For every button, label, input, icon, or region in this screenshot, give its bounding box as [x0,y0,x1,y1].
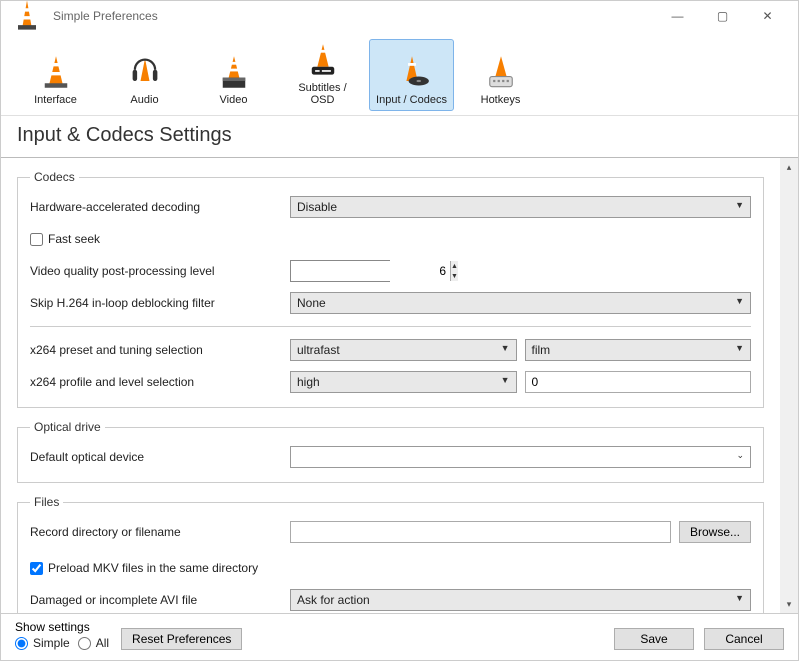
x264-level-input[interactable] [525,371,752,393]
codecs-group: Codecs Hardware-accelerated decoding Dis… [17,170,764,408]
settings-content: Codecs Hardware-accelerated decoding Dis… [1,158,780,613]
skip-h264-combo[interactable]: None ▼ [290,292,751,314]
chevron-down-icon: ▼ [501,343,510,353]
tab-hotkeys[interactable]: Hotkeys [458,39,543,111]
files-group: Files Record directory or filename Brows… [17,495,764,613]
show-settings-label: Show settings [15,620,109,634]
damaged-avi-combo[interactable]: Ask for action ▼ [290,589,751,611]
chevron-down-icon: ▼ [735,593,744,603]
keyboard-cone-icon [483,54,519,90]
codecs-legend: Codecs [30,170,79,184]
record-dir-label: Record directory or filename [30,525,290,539]
scroll-up-arrow[interactable]: ▴ [780,158,798,176]
damaged-avi-label: Damaged or incomplete AVI file [30,593,290,607]
files-legend: Files [30,495,63,509]
browse-button[interactable]: Browse... [679,521,751,543]
clapper-cone-icon [216,54,252,90]
fast-seek-input[interactable] [30,233,43,246]
video-postproc-label: Video quality post-processing level [30,264,290,278]
video-postproc-value[interactable] [291,261,450,281]
spinner-down[interactable]: ▼ [451,271,458,281]
tab-input-codecs[interactable]: Input / Codecs [369,39,454,111]
minimize-button[interactable]: — [655,2,700,30]
chevron-down-icon: ▼ [735,200,744,210]
hw-decoding-label: Hardware-accelerated decoding [30,200,290,214]
cancel-button[interactable]: Cancel [704,628,784,650]
tab-subtitles[interactable]: Subtitles / OSD [280,39,365,111]
show-simple-radio[interactable]: Simple [15,636,70,650]
vertical-scrollbar[interactable]: ▴ ▾ [780,158,798,613]
optical-legend: Optical drive [30,420,105,434]
footer: Show settings Simple All Reset Preferenc… [1,613,798,660]
headphones-cone-icon [127,54,163,90]
optical-device-combo[interactable]: ⌄ [290,446,751,468]
show-all-radio[interactable]: All [78,636,109,650]
tab-audio[interactable]: Audio [102,39,187,111]
reset-preferences-button[interactable]: Reset Preferences [121,628,242,650]
save-button[interactable]: Save [614,628,694,650]
tab-interface[interactable]: Interface [13,39,98,111]
spinner-up[interactable]: ▲ [451,261,458,271]
x264-preset-label: x264 preset and tuning selection [30,343,290,357]
category-tabbar: Interface Audio Video Subtitles / OSD In… [1,31,798,116]
chevron-down-icon: ⌄ [736,450,744,461]
window-title: Simple Preferences [53,9,655,23]
record-dir-input[interactable] [290,521,671,543]
hw-decoding-combo[interactable]: Disable ▼ [290,196,751,218]
chevron-down-icon: ▼ [735,343,744,353]
x264-preset-combo[interactable]: ultrafast ▼ [290,339,517,361]
tab-video[interactable]: Video [191,39,276,111]
optical-device-label: Default optical device [30,450,290,464]
optical-group: Optical drive Default optical device ⌄ [17,420,764,483]
page-title: Input & Codecs Settings [1,116,798,158]
skip-h264-label: Skip H.264 in-loop deblocking filter [30,296,290,310]
titlebar: Simple Preferences — ▢ ✕ [1,1,798,31]
chevron-down-icon: ▼ [501,375,510,385]
preload-mkv-checkbox[interactable]: Preload MKV files in the same directory [30,561,258,575]
x264-profile-combo[interactable]: high ▼ [290,371,517,393]
preferences-window: Simple Preferences — ▢ ✕ Interface Audio… [0,0,799,661]
fast-seek-checkbox[interactable]: Fast seek [30,232,100,246]
close-button[interactable]: ✕ [745,2,790,30]
cone-icon [38,54,74,90]
preload-mkv-input[interactable] [30,562,43,575]
maximize-button[interactable]: ▢ [700,2,745,30]
chevron-down-icon: ▼ [735,296,744,306]
x264-profile-label: x264 profile and level selection [30,375,290,389]
scroll-down-arrow[interactable]: ▾ [780,595,798,613]
disc-cone-icon [394,54,430,90]
subtitle-cone-icon [305,42,341,78]
video-postproc-spinner[interactable]: ▲ ▼ [290,260,390,282]
x264-tune-combo[interactable]: film ▼ [525,339,752,361]
